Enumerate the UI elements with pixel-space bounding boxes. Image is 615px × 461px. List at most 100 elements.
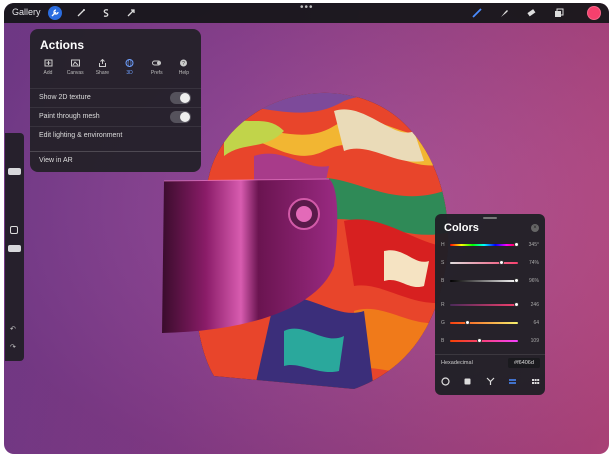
green-knob[interactable] xyxy=(465,320,470,325)
colors-title: Colors xyxy=(444,222,479,234)
harmony-mode-button[interactable] xyxy=(485,376,495,386)
selection-button[interactable] xyxy=(99,6,113,20)
brightness-value: 96% xyxy=(528,278,539,284)
sliders-icon xyxy=(509,378,516,384)
row-label: View in AR xyxy=(39,157,73,164)
blue-knob[interactable] xyxy=(477,338,482,343)
cursor-arrow-icon xyxy=(127,9,135,17)
actions-panel: Actions Add Canvas Share 3D Prefs ? Help… xyxy=(30,29,201,172)
saturation-label: S xyxy=(441,260,445,266)
smudge-finger-icon xyxy=(501,10,508,17)
green-slider[interactable] xyxy=(450,322,518,324)
transform-button[interactable] xyxy=(124,6,138,20)
tab-label: Help xyxy=(178,70,190,76)
hexadecimal-row: Hexadecimal #f6406d xyxy=(435,354,545,372)
tab-label: Share xyxy=(95,70,110,76)
more-menu-dots[interactable]: ••• xyxy=(300,3,314,13)
classic-mode-button[interactable] xyxy=(463,376,473,386)
smudge-button[interactable] xyxy=(497,6,511,20)
current-color-swatch[interactable] xyxy=(587,6,601,20)
hexadecimal-label: Hexadecimal xyxy=(441,360,473,366)
tab-share[interactable]: Share xyxy=(90,59,114,76)
actions-wrench-button[interactable] xyxy=(48,6,62,20)
opacity-slider[interactable] xyxy=(8,245,21,252)
prefs-icon xyxy=(152,59,162,67)
brush-button[interactable] xyxy=(470,6,484,20)
colors-panel: Colors × H 345° S 74% B 96% R 246 G 64 B… xyxy=(435,214,545,395)
row-label: Paint through mesh xyxy=(39,113,100,120)
edit-lighting-row[interactable]: Edit lighting & environment xyxy=(30,126,201,145)
view-in-ar-row[interactable]: View in AR xyxy=(30,151,201,170)
magic-wand-icon xyxy=(77,9,85,17)
eraser-icon xyxy=(527,9,536,17)
harmony-icon xyxy=(486,377,494,385)
brightness-knob[interactable] xyxy=(514,278,519,283)
row-label: Edit lighting & environment xyxy=(39,132,123,139)
green-label: G xyxy=(441,320,445,326)
eraser-button[interactable] xyxy=(524,6,538,20)
disc-icon xyxy=(440,376,450,386)
tab-prefs[interactable]: Prefs xyxy=(145,59,169,76)
tab-label: Canvas xyxy=(66,70,84,76)
3d-icon xyxy=(125,59,134,67)
canvas-icon xyxy=(70,59,80,67)
saturation-value: 74% xyxy=(528,260,539,266)
tab-label: Prefs xyxy=(150,70,163,76)
adjustments-button[interactable] xyxy=(74,6,88,20)
share-icon xyxy=(98,59,107,67)
layers-button[interactable] xyxy=(552,6,566,20)
actions-title: Actions xyxy=(40,38,85,52)
red-value: 246 xyxy=(530,302,539,308)
hue-slider[interactable] xyxy=(450,244,518,246)
modify-button[interactable] xyxy=(10,226,18,234)
help-icon: ? xyxy=(179,59,188,67)
tab-canvas[interactable]: Canvas xyxy=(63,59,87,76)
value-mode-button[interactable] xyxy=(508,376,518,386)
canvas-area[interactable]: Gallery ••• ↶ ↷ Actions Add Canvas Share… xyxy=(4,3,609,454)
tab-help[interactable]: ? Help xyxy=(172,59,196,76)
blue-label: B xyxy=(441,338,445,344)
left-sidebar: ↶ ↷ xyxy=(5,133,24,361)
saturation-slider[interactable] xyxy=(450,262,518,264)
brush-icon xyxy=(472,8,482,18)
brush-size-slider[interactable] xyxy=(8,168,21,175)
hue-label: H xyxy=(441,242,445,248)
layers-icon xyxy=(555,8,564,17)
close-icon[interactable]: × xyxy=(531,224,539,232)
top-toolbar: Gallery ••• xyxy=(4,3,609,23)
show-2d-texture-toggle[interactable] xyxy=(170,92,191,104)
wrench-icon xyxy=(51,9,59,17)
red-knob[interactable] xyxy=(514,302,519,307)
tab-add[interactable]: Add xyxy=(36,59,60,76)
tab-3d[interactable]: 3D xyxy=(118,59,142,76)
hue-value: 345° xyxy=(528,242,539,248)
green-value: 64 xyxy=(533,320,539,326)
gallery-button[interactable]: Gallery xyxy=(12,7,41,17)
svg-text:?: ? xyxy=(183,61,186,67)
panel-drag-handle[interactable] xyxy=(483,217,497,219)
selection-s-icon xyxy=(103,9,109,17)
saturation-knob[interactable] xyxy=(499,260,504,265)
palettes-mode-button[interactable] xyxy=(530,376,540,386)
tab-label: 3D xyxy=(126,70,133,76)
red-label: R xyxy=(441,302,445,308)
hue-knob[interactable] xyxy=(514,242,519,247)
hexadecimal-input[interactable]: #f6406d xyxy=(508,358,540,368)
add-icon xyxy=(44,59,53,67)
blue-value: 109 xyxy=(530,338,539,344)
undo-icon[interactable]: ↶ xyxy=(10,325,16,333)
brightness-slider[interactable] xyxy=(450,280,518,282)
palette-grid-icon xyxy=(531,378,539,384)
row-label: Show 2D texture xyxy=(39,94,91,101)
blue-slider[interactable] xyxy=(450,340,518,342)
redo-icon[interactable]: ↷ xyxy=(10,343,16,351)
disc-mode-button[interactable] xyxy=(440,376,450,386)
red-slider[interactable] xyxy=(450,304,518,306)
paint-through-mesh-row[interactable]: Paint through mesh xyxy=(30,107,201,126)
square-icon xyxy=(464,378,471,384)
tab-label: Add xyxy=(43,70,53,76)
paint-through-mesh-toggle[interactable] xyxy=(170,111,191,123)
show-2d-texture-row[interactable]: Show 2D texture xyxy=(30,88,201,107)
actions-tabs: Add Canvas Share 3D Prefs ? Help xyxy=(36,59,196,76)
color-mode-tabs xyxy=(440,376,540,386)
